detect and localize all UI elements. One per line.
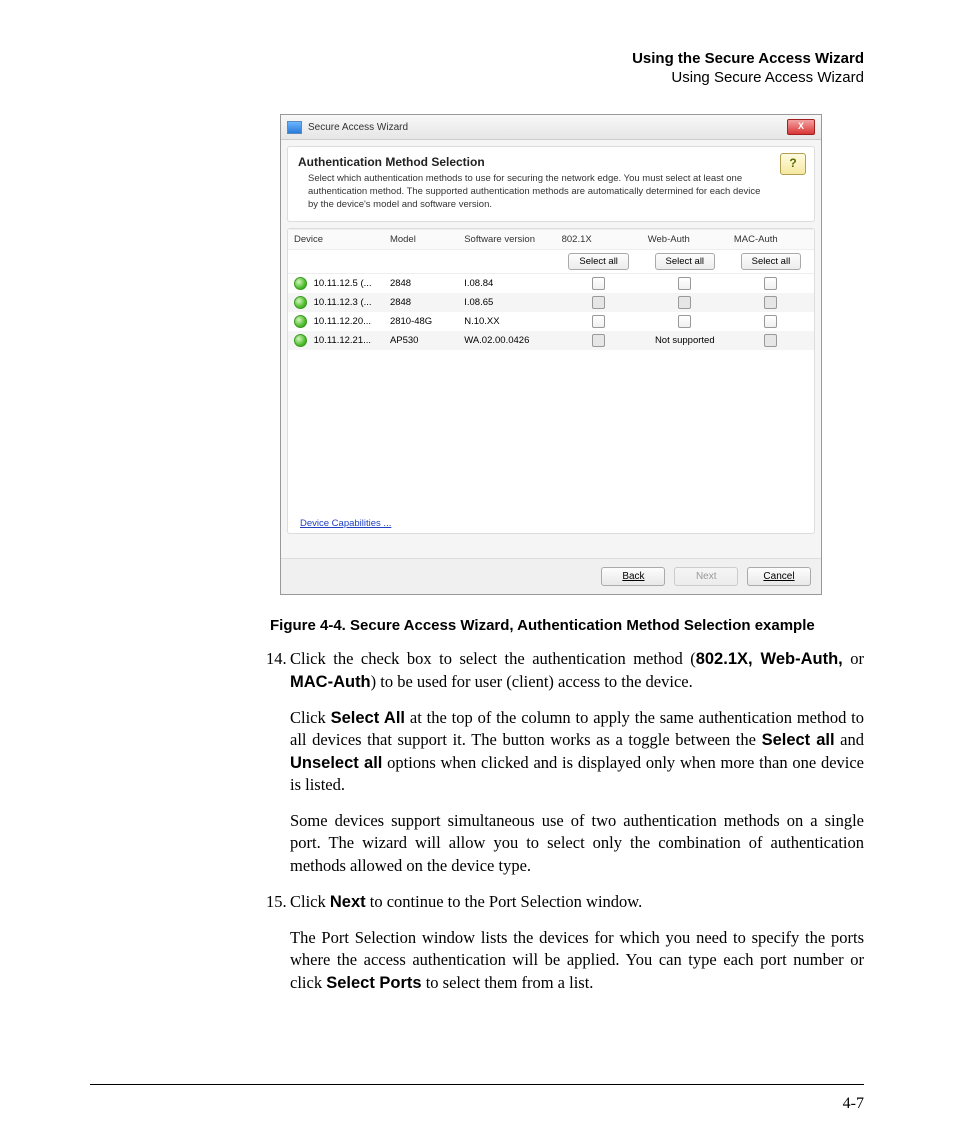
section-description: Select which authentication methods to u…: [298, 173, 804, 211]
header-title: Using the Secure Access Wizard: [100, 50, 864, 67]
status-icon: [294, 315, 307, 328]
status-icon: [294, 296, 307, 309]
link-row: Device Capabilities ...: [288, 510, 814, 533]
checkbox[interactable]: [764, 334, 777, 347]
device-capabilities-link[interactable]: Device Capabilities ...: [300, 518, 391, 529]
select-all-macauth[interactable]: Select all: [741, 253, 802, 270]
select-all-webauth[interactable]: Select all: [655, 253, 716, 270]
table-row: 10.11.12.5 (...2848I.08.84: [288, 274, 814, 294]
col-model: Model: [384, 230, 458, 250]
step-number: 14.: [266, 648, 290, 670]
table-row: 10.11.12.21...AP530WA.02.00.0426Not supp…: [288, 331, 814, 350]
device-table-panel: Device Model Software version 802.1X Web…: [287, 228, 815, 534]
checkbox[interactable]: [678, 296, 691, 309]
window-icon: [287, 121, 302, 134]
col-device: Device: [288, 230, 384, 250]
checkbox[interactable]: [678, 277, 691, 290]
checkbox[interactable]: [678, 315, 691, 328]
cancel-button[interactable]: Cancel: [747, 567, 811, 586]
checkbox[interactable]: [592, 277, 605, 290]
status-icon: [294, 277, 307, 290]
back-button[interactable]: Back: [601, 567, 665, 586]
col-swver: Software version: [458, 230, 555, 250]
instruction-panel: ? Authentication Method Selection Select…: [287, 146, 815, 222]
figure-caption: Figure 4-4. Secure Access Wizard, Authen…: [270, 617, 864, 634]
table-row: 10.11.12.3 (...2848I.08.65: [288, 293, 814, 312]
step-15: 15.Click Next to continue to the Port Se…: [290, 891, 864, 994]
status-icon: [294, 334, 307, 347]
page-number: 4-7: [843, 1095, 864, 1113]
select-all-8021x[interactable]: Select all: [568, 253, 629, 270]
device-table: Device Model Software version 802.1X Web…: [288, 229, 814, 350]
table-row: 10.11.12.20...2810-48GN.10.XX: [288, 312, 814, 331]
col-8021x: 802.1X: [556, 230, 642, 250]
window-title: Secure Access Wizard: [308, 122, 787, 133]
checkbox[interactable]: [592, 334, 605, 347]
checkbox[interactable]: [764, 277, 777, 290]
close-button[interactable]: X: [787, 119, 815, 135]
help-button[interactable]: ?: [780, 153, 806, 175]
wizard-window: Secure Access Wizard X ? Authentication …: [280, 114, 822, 595]
step-number: 15.: [266, 891, 290, 913]
body-text: 14.Click the check box to select the aut…: [290, 648, 864, 993]
col-webauth: Web-Auth: [642, 230, 728, 250]
next-button[interactable]: Next: [674, 567, 738, 586]
checkbox[interactable]: [592, 296, 605, 309]
step-14: 14.Click the check box to select the aut…: [290, 648, 864, 876]
checkbox[interactable]: [764, 315, 777, 328]
not-supported-label: Not supported: [655, 335, 715, 346]
header-subtitle: Using Secure Access Wizard: [100, 69, 864, 86]
checkbox[interactable]: [764, 296, 777, 309]
col-macauth: MAC-Auth: [728, 230, 814, 250]
checkbox[interactable]: [592, 315, 605, 328]
table-whitespace: [288, 350, 814, 510]
table-header-row: Device Model Software version 802.1X Web…: [288, 230, 814, 250]
footer-rule: [90, 1084, 864, 1085]
window-titlebar: Secure Access Wizard X: [281, 115, 821, 140]
wizard-footer: Back Next Cancel: [281, 558, 821, 594]
select-all-row: Select all Select all Select all: [288, 250, 814, 274]
page-header: Using the Secure Access Wizard Using Sec…: [100, 50, 864, 86]
section-title: Authentication Method Selection: [298, 155, 804, 169]
